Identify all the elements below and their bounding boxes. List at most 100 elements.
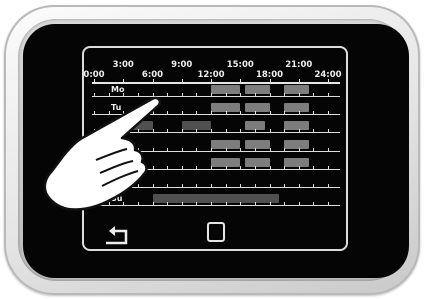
row-tick bbox=[240, 111, 242, 116]
row-tick bbox=[225, 147, 227, 152]
axis-tick bbox=[123, 79, 125, 84]
row-tick bbox=[181, 111, 183, 116]
row-tick bbox=[181, 129, 183, 134]
row-tick bbox=[284, 202, 286, 207]
row-tick bbox=[225, 165, 227, 170]
row-tick bbox=[298, 129, 300, 134]
row-tick bbox=[254, 93, 256, 97]
home-button[interactable] bbox=[205, 220, 227, 242]
row-tick bbox=[196, 184, 198, 188]
tick-label: 9:00 bbox=[171, 60, 193, 70]
row-tick bbox=[284, 165, 286, 170]
row-tick bbox=[225, 93, 227, 97]
row-tick bbox=[254, 129, 256, 134]
row-tick bbox=[313, 202, 315, 207]
row-tick bbox=[196, 111, 198, 116]
row-tick bbox=[225, 184, 227, 188]
axis-tick bbox=[94, 79, 95, 84]
row-tick bbox=[313, 147, 315, 152]
row-tick bbox=[269, 111, 271, 116]
row-tick bbox=[313, 111, 315, 116]
axis-tick bbox=[152, 79, 154, 84]
row-tick bbox=[167, 165, 169, 170]
row-tick bbox=[254, 165, 256, 170]
row-tick bbox=[328, 202, 329, 207]
schedule-block[interactable] bbox=[284, 121, 309, 131]
schedule-block[interactable] bbox=[284, 139, 309, 149]
row-tick bbox=[181, 93, 183, 97]
row-tick bbox=[211, 165, 212, 170]
row-tick bbox=[269, 184, 271, 188]
home-square-icon bbox=[207, 222, 225, 242]
row-tick bbox=[298, 202, 300, 207]
schedule-block[interactable] bbox=[284, 85, 309, 94]
row-tick bbox=[181, 184, 183, 188]
row-tick bbox=[167, 93, 169, 97]
row-tick bbox=[284, 93, 286, 97]
row-tick bbox=[269, 147, 271, 152]
pointing-hand-icon bbox=[43, 96, 162, 211]
axis-tick bbox=[269, 79, 271, 84]
tick-label: 15:00 bbox=[226, 60, 254, 70]
row-tick bbox=[269, 202, 271, 207]
row-tick bbox=[211, 147, 212, 152]
row-tick bbox=[211, 202, 212, 207]
tick-label: 3:00 bbox=[112, 60, 134, 70]
row-tick bbox=[254, 147, 256, 152]
row-tick bbox=[328, 147, 329, 152]
row-tick bbox=[240, 129, 242, 134]
row-tick bbox=[298, 93, 300, 97]
row-tick bbox=[167, 184, 169, 188]
row-tick bbox=[328, 184, 329, 188]
row-tick bbox=[284, 111, 286, 116]
row-tick bbox=[167, 111, 169, 116]
axis-tick bbox=[211, 79, 212, 84]
schedule-block[interactable] bbox=[284, 157, 309, 167]
row-tick bbox=[196, 202, 198, 207]
schedule-block[interactable] bbox=[245, 139, 270, 149]
time-axis bbox=[92, 82, 340, 84]
axis-tick bbox=[298, 79, 300, 84]
row-tick bbox=[328, 165, 329, 170]
row-tick bbox=[313, 129, 315, 134]
schedule-block[interactable] bbox=[245, 103, 270, 113]
row-tick bbox=[298, 147, 300, 152]
row-tick bbox=[196, 93, 198, 97]
row-tick bbox=[240, 147, 242, 152]
row-tick bbox=[240, 165, 242, 170]
row-tick bbox=[313, 93, 315, 97]
row-tick bbox=[196, 129, 198, 134]
row-tick bbox=[269, 165, 271, 170]
row-tick bbox=[298, 184, 300, 188]
row-tick bbox=[196, 147, 198, 152]
tick-label: 0:00 bbox=[83, 70, 105, 80]
row-tick bbox=[225, 202, 227, 207]
row-tick bbox=[240, 202, 242, 207]
schedule-block[interactable] bbox=[245, 157, 270, 167]
row-tick bbox=[284, 147, 286, 152]
back-button[interactable] bbox=[102, 225, 134, 247]
row-tick bbox=[328, 111, 329, 116]
row-tick bbox=[298, 165, 300, 170]
row-tick bbox=[254, 184, 256, 188]
row-tick bbox=[225, 111, 227, 116]
row-tick bbox=[240, 93, 242, 97]
row-tick bbox=[181, 147, 183, 152]
row-tick bbox=[269, 93, 271, 97]
row-tick bbox=[211, 93, 212, 97]
row-tick bbox=[313, 165, 315, 170]
row-tick bbox=[254, 111, 256, 116]
row-tick bbox=[196, 165, 198, 170]
row-tick bbox=[167, 202, 169, 207]
back-arrow-icon bbox=[106, 226, 128, 245]
row-tick bbox=[284, 184, 286, 188]
row-tick bbox=[211, 111, 212, 116]
schedule-block[interactable] bbox=[152, 194, 280, 204]
row-tick bbox=[167, 129, 169, 134]
schedule-block[interactable] bbox=[245, 85, 270, 94]
axis-tick bbox=[240, 79, 242, 84]
tick-label: 21:00 bbox=[285, 60, 313, 70]
schedule-block[interactable] bbox=[284, 103, 309, 113]
row-tick bbox=[211, 129, 212, 134]
row-tick bbox=[240, 184, 242, 188]
